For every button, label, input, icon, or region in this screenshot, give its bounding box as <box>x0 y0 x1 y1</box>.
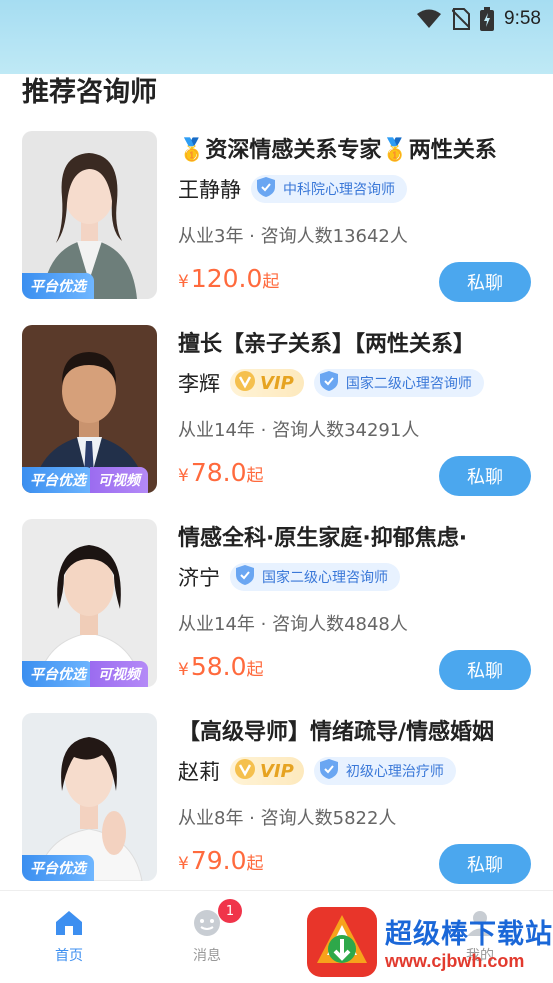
private-chat-button[interactable]: 私聊 <box>439 650 531 690</box>
price-suffix: 起 <box>246 660 264 680</box>
counselor-price: ¥58.0起 <box>178 652 264 681</box>
counselor-stats: 从业14年 · 咨询人数4848人 <box>178 614 408 635</box>
currency-symbol: ¥ <box>178 272 189 292</box>
certification-label: 国家二级心理咨询师 <box>345 376 472 392</box>
shield-icon <box>318 758 340 784</box>
home-icon <box>54 911 84 941</box>
counselor-title: 🥇资深情感关系专家🥇两性关系 <box>178 138 497 163</box>
watermark: 超级棒下载站 www.cjbwh.com <box>305 904 553 980</box>
counselor-stats: 从业8年 · 咨询人数5822人 <box>178 808 397 829</box>
counselor-price: ¥78.0起 <box>178 458 264 487</box>
counselor-card[interactable]: 平台优选 🥇资深情感关系专家🥇两性关系 王静静 中科院心理咨询师 从业3年 · … <box>0 128 553 322</box>
vip-crown-icon <box>234 370 256 397</box>
section-title: 推荐咨询师 <box>22 77 157 108</box>
vip-badge: VIP <box>230 757 304 785</box>
watermark-title: 超级棒下载站 <box>385 919 553 950</box>
vip-badge: VIP <box>230 369 304 397</box>
download-logo-icon <box>305 905 379 979</box>
unread-badge: 1 <box>218 899 242 923</box>
price-value: 58.0 <box>190 652 247 681</box>
price-suffix: 起 <box>262 272 280 292</box>
video-available-badge: 可视频 <box>90 661 148 687</box>
price-suffix: 起 <box>246 466 264 486</box>
counselor-title: 情感全科·原生家庭·抑郁焦虑· <box>178 526 468 551</box>
watermark-url: www.cjbwh.com <box>385 951 525 971</box>
counselor-avatar[interactable]: 平台优选 <box>22 131 157 299</box>
no-sim-icon <box>452 8 471 30</box>
price-suffix: 起 <box>246 854 264 874</box>
nav-messages-label: 消息 <box>193 948 221 964</box>
status-bar: 9:58 <box>0 0 553 74</box>
counselor-stats: 从业14年 · 咨询人数34291人 <box>178 420 420 441</box>
price-value: 79.0 <box>190 846 247 875</box>
counselor-card[interactable]: 平台优选 可视频 情感全科·原生家庭·抑郁焦虑· 济宁 国家二级心理咨询师 从业… <box>0 516 553 710</box>
counselor-avatar[interactable]: 平台优选 可视频 <box>22 519 157 687</box>
platform-pick-badge: 平台优选 <box>22 273 94 299</box>
wifi-icon <box>416 9 442 29</box>
counselor-stats: 从业3年 · 咨询人数13642人 <box>178 226 408 247</box>
certification-label: 中科院心理咨询师 <box>283 182 395 198</box>
currency-symbol: ¥ <box>178 466 189 486</box>
counselor-name: 李辉 <box>178 372 220 396</box>
message-icon <box>192 910 222 941</box>
nav-home[interactable]: 首页 <box>34 909 104 965</box>
counselor-avatar[interactable]: 平台优选 <box>22 713 157 881</box>
certification-badge: 国家二级心理咨询师 <box>313 369 484 397</box>
certification-badge: 中科院心理咨询师 <box>251 175 407 203</box>
video-available-badge: 可视频 <box>90 467 148 493</box>
certification-label: 国家二级心理咨询师 <box>262 570 388 586</box>
private-chat-button[interactable]: 私聊 <box>439 844 531 884</box>
counselor-name: 王静静 <box>178 178 241 202</box>
nav-home-label: 首页 <box>55 948 83 964</box>
counselor-card[interactable]: 平台优选 【高级导师】情绪疏导/情感婚姻 赵莉 VIP 初级心理治疗师 从业8年… <box>0 710 553 904</box>
private-chat-button[interactable]: 私聊 <box>439 456 531 496</box>
certification-badge: 初级心理治疗师 <box>313 757 456 785</box>
vip-label: VIP <box>260 372 294 394</box>
nav-messages[interactable]: 1 消息 <box>172 899 242 965</box>
private-chat-button[interactable]: 私聊 <box>439 262 531 302</box>
shield-icon <box>255 176 277 202</box>
counselor-list: 平台优选 🥇资深情感关系专家🥇两性关系 王静静 中科院心理咨询师 从业3年 · … <box>0 128 553 904</box>
status-icons: 9:58 <box>416 6 541 32</box>
battery-charging-icon <box>480 7 495 31</box>
counselor-title: 擅长【亲子关系】【两性关系】 <box>178 332 476 357</box>
counselor-name: 赵莉 <box>178 760 220 784</box>
platform-pick-badge: 平台优选 <box>22 661 94 687</box>
counselor-avatar[interactable]: 平台优选 可视频 <box>22 325 157 493</box>
status-time: 9:58 <box>504 8 541 29</box>
price-value: 120.0 <box>190 264 263 293</box>
price-value: 78.0 <box>190 458 247 487</box>
platform-pick-badge: 平台优选 <box>22 467 94 493</box>
vip-crown-icon <box>234 758 256 785</box>
counselor-price: ¥120.0起 <box>178 264 279 293</box>
certification-badge: 国家二级心理咨询师 <box>230 563 400 591</box>
certification-label: 初级心理治疗师 <box>345 764 444 780</box>
counselor-price: ¥79.0起 <box>178 846 264 875</box>
platform-pick-badge: 平台优选 <box>22 855 94 881</box>
shield-icon <box>318 370 340 396</box>
currency-symbol: ¥ <box>178 660 189 680</box>
currency-symbol: ¥ <box>178 854 189 874</box>
vip-label: VIP <box>260 760 294 782</box>
shield-icon <box>234 564 256 590</box>
counselor-card[interactable]: 平台优选 可视频 擅长【亲子关系】【两性关系】 李辉 VIP 国家二级心理咨询师… <box>0 322 553 516</box>
counselor-title: 【高级导师】情绪疏导/情感婚姻 <box>178 720 495 745</box>
counselor-name: 济宁 <box>178 566 220 590</box>
